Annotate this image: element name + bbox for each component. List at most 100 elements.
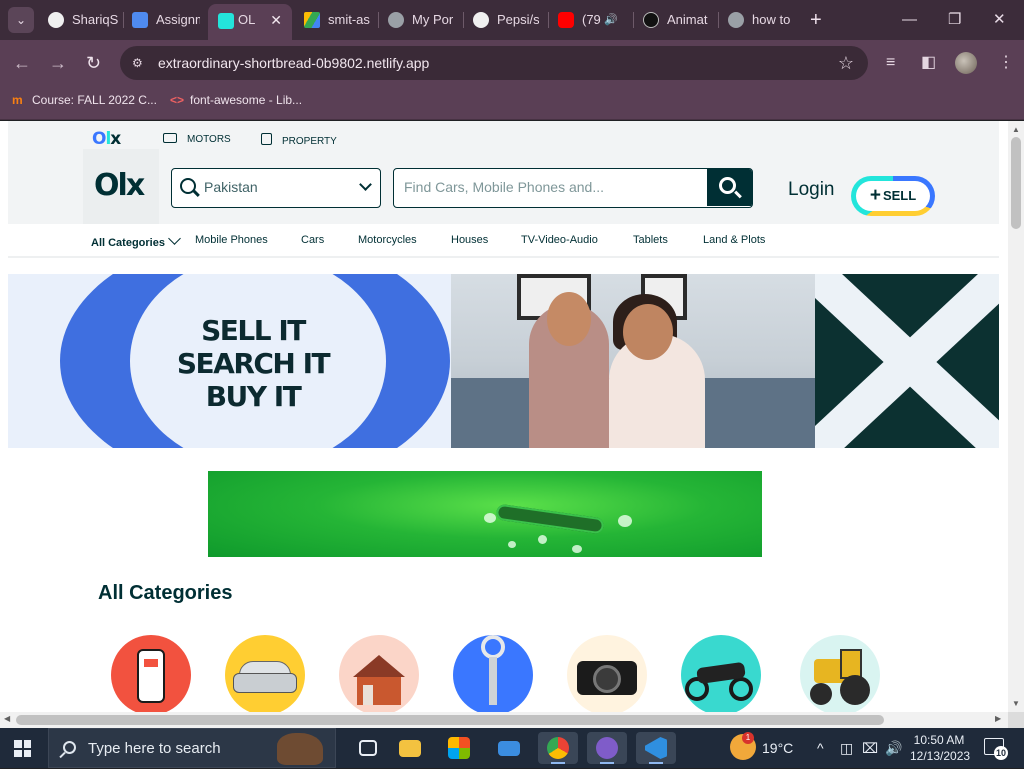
vertical-scrollbar[interactable]: ▲ ▼: [1008, 121, 1024, 712]
tab-title: Assignm: [156, 12, 200, 27]
category-bikes-icon[interactable]: [681, 635, 761, 712]
tab-olx-active[interactable]: OL ✕: [208, 4, 292, 40]
banner-x-graphic: [815, 274, 999, 448]
banner-slogan: SELL IT SEARCH IT BUY IT: [176, 314, 331, 413]
weather-icon[interactable]: 1: [730, 732, 756, 760]
banner-photo: [451, 274, 815, 448]
category-business-industrial-icon[interactable]: [800, 635, 880, 712]
location-select[interactable]: Pakistan: [171, 168, 381, 208]
tab-github-shariq[interactable]: ShariqS: [48, 6, 120, 34]
category-cars[interactable]: Cars: [301, 234, 324, 246]
microsoft-store-button[interactable]: [439, 732, 479, 764]
taskbar-search-box[interactable]: Type here to search: [48, 728, 336, 768]
category-tablets[interactable]: Tablets: [633, 234, 668, 246]
back-button[interactable]: ←: [13, 51, 31, 75]
tab-smit-drive[interactable]: smit-as: [304, 6, 372, 34]
meet-now-icon[interactable]: ◫: [840, 728, 853, 768]
bookmark-font-awesome[interactable]: <> font-awesome - Lib...: [170, 86, 302, 114]
chrome-menu-icon[interactable]: ⋮: [998, 52, 1014, 74]
github-icon: [473, 12, 489, 28]
vertical-scroll-thumb[interactable]: [1011, 137, 1021, 229]
github-icon: [48, 12, 64, 28]
category-tv-video-audio[interactable]: TV-Video-Audio: [521, 234, 598, 246]
forward-button[interactable]: →: [49, 51, 67, 75]
tab-strip: ⌄ ShariqS Assignm OL ✕ smit-as My Por Pe…: [0, 0, 1024, 40]
maximize-button[interactable]: ❐: [948, 8, 961, 32]
all-categories-dropdown[interactable]: All Categories: [91, 232, 181, 249]
olx-logo-box[interactable]: Olx: [83, 149, 159, 225]
category-nav: All Categories Mobile Phones Cars Motorc…: [8, 224, 999, 258]
media-control-icon[interactable]: ≡: [886, 52, 895, 74]
sell-button[interactable]: + SELL: [851, 176, 935, 216]
tab-title: (79: [582, 12, 601, 27]
category-motorcycles[interactable]: Motorcycles: [358, 234, 417, 246]
close-window-button[interactable]: ✕: [993, 8, 1006, 32]
search-icon: [180, 178, 196, 194]
file-explorer-button[interactable]: [390, 732, 430, 764]
folder-icon: [399, 740, 421, 757]
tab-title: OL: [238, 12, 256, 27]
chrome-button[interactable]: [538, 732, 578, 764]
horizontal-scrollbar[interactable]: ◀ ▶: [0, 712, 1008, 728]
mail-button[interactable]: [489, 732, 529, 764]
url-text[interactable]: extraordinary-shortbread-0b9802.netlify.…: [158, 46, 429, 80]
motors-link[interactable]: MOTORS: [163, 133, 231, 145]
category-mobile-phones[interactable]: Mobile Phones: [195, 234, 268, 246]
chrome-icon: [547, 737, 569, 759]
bookmark-star-icon[interactable]: ☆: [838, 46, 854, 80]
tab-title: how to: [752, 12, 791, 27]
tab-pepsi-github[interactable]: Pepsi/s: [473, 6, 539, 34]
new-tab-button[interactable]: +: [810, 8, 822, 32]
search-button[interactable]: [707, 169, 752, 206]
side-panel-icon[interactable]: ◧: [921, 52, 936, 74]
volume-icon[interactable]: 🔊: [885, 728, 902, 768]
github-desktop-icon: [596, 737, 618, 759]
store-icon: [448, 737, 470, 759]
search-input[interactable]: Find Cars, Mobile Phones and...: [404, 169, 604, 206]
category-mobiles-icon[interactable]: [111, 635, 191, 712]
show-hidden-icons-chevron[interactable]: ^: [817, 728, 824, 768]
tab-assignment[interactable]: Assignm: [132, 6, 200, 34]
olx-small-logo[interactable]: Olx: [92, 129, 121, 149]
network-icon[interactable]: ⌧: [862, 728, 878, 768]
login-link[interactable]: Login: [788, 179, 835, 201]
tab-youtube[interactable]: (79 🔊: [558, 6, 624, 34]
plus-icon: +: [869, 185, 881, 206]
address-bar[interactable]: ⚙ extraordinary-shortbread-0b9802.netlif…: [120, 46, 868, 80]
bookmark-course[interactable]: m Course: FALL 2022 C...: [12, 86, 157, 114]
system-clock[interactable]: 10:50 AM 12/13/2023: [910, 732, 970, 764]
tab-how-to[interactable]: how to: [728, 6, 794, 34]
advertisement-banner[interactable]: [208, 471, 762, 557]
task-view-button[interactable]: [348, 732, 388, 764]
site-settings-icon[interactable]: ⚙: [132, 54, 150, 72]
category-property-for-rent-icon[interactable]: [453, 635, 533, 712]
tab-search-button[interactable]: ⌄: [8, 7, 34, 33]
search-icon: [63, 741, 76, 754]
property-link[interactable]: PROPERTY: [261, 133, 337, 147]
temperature[interactable]: 19°C: [762, 728, 793, 768]
close-tab-icon[interactable]: ✕: [270, 4, 282, 36]
vscode-button[interactable]: [636, 732, 676, 764]
tab-animate[interactable]: Animat: [643, 6, 709, 34]
category-property-for-sale-icon[interactable]: [339, 635, 419, 712]
minimize-button[interactable]: —: [902, 8, 917, 32]
tab-my-portfolio[interactable]: My Por: [388, 6, 454, 34]
category-houses[interactable]: Houses: [451, 234, 488, 246]
hero-banner[interactable]: SELL IT SEARCH IT BUY IT: [8, 274, 999, 448]
category-land-plots[interactable]: Land & Plots: [703, 234, 765, 246]
notification-center-button[interactable]: 10: [984, 738, 1008, 760]
windows-start-button[interactable]: [14, 740, 31, 757]
horizontal-scroll-thumb[interactable]: [16, 715, 884, 725]
search-icon: [719, 177, 736, 194]
olx-logo: Olx: [94, 168, 145, 203]
taskbar-search-placeholder: Type here to search: [88, 740, 221, 757]
task-view-icon: [359, 740, 377, 756]
car-icon: [163, 133, 177, 143]
notification-count: 10: [994, 746, 1008, 760]
profile-avatar[interactable]: [955, 52, 977, 74]
category-electronics-icon[interactable]: [567, 635, 647, 712]
reload-button[interactable]: ↻: [86, 51, 101, 75]
category-vehicles-icon[interactable]: [225, 635, 305, 712]
github-desktop-button[interactable]: [587, 732, 627, 764]
olx-icon: [218, 13, 234, 29]
